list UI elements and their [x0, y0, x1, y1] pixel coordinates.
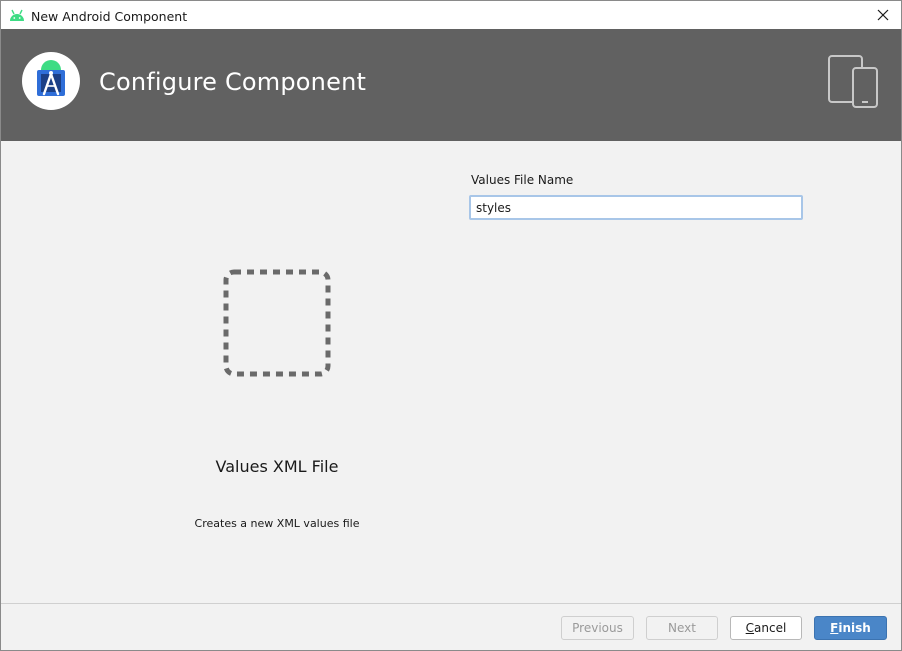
button-bar: Previous Next Cancel Finish: [1, 603, 901, 650]
cancel-label: ancel: [754, 621, 787, 635]
previous-button[interactable]: Previous: [561, 616, 634, 640]
devices-icon: [828, 55, 878, 108]
page-title: Configure Component: [99, 68, 367, 96]
header-banner: Configure Component: [1, 29, 901, 141]
values-file-name-input[interactable]: [469, 195, 803, 220]
android-icon: [10, 9, 24, 21]
content-area: Values XML File Creates a new XML values…: [1, 141, 901, 603]
dashed-square-icon: [223, 269, 331, 377]
dialog-window: New Android Component Configure Componen…: [0, 0, 902, 651]
component-name: Values XML File: [215, 457, 339, 476]
window-title: New Android Component: [31, 9, 188, 24]
title-bar: New Android Component: [1, 1, 901, 29]
values-file-name-label: Values File Name: [471, 173, 574, 187]
next-button[interactable]: Next: [646, 616, 718, 640]
cancel-mnemonic: C: [745, 621, 755, 635]
finish-mnemonic: F: [830, 621, 839, 635]
android-studio-icon: [37, 60, 65, 96]
finish-button[interactable]: Finish: [814, 616, 887, 640]
cancel-button[interactable]: Cancel: [730, 616, 802, 640]
finish-label: inish: [838, 621, 871, 635]
component-description: Creates a new XML values file: [194, 517, 360, 530]
close-icon[interactable]: [875, 7, 891, 23]
android-studio-logo: [22, 52, 80, 110]
